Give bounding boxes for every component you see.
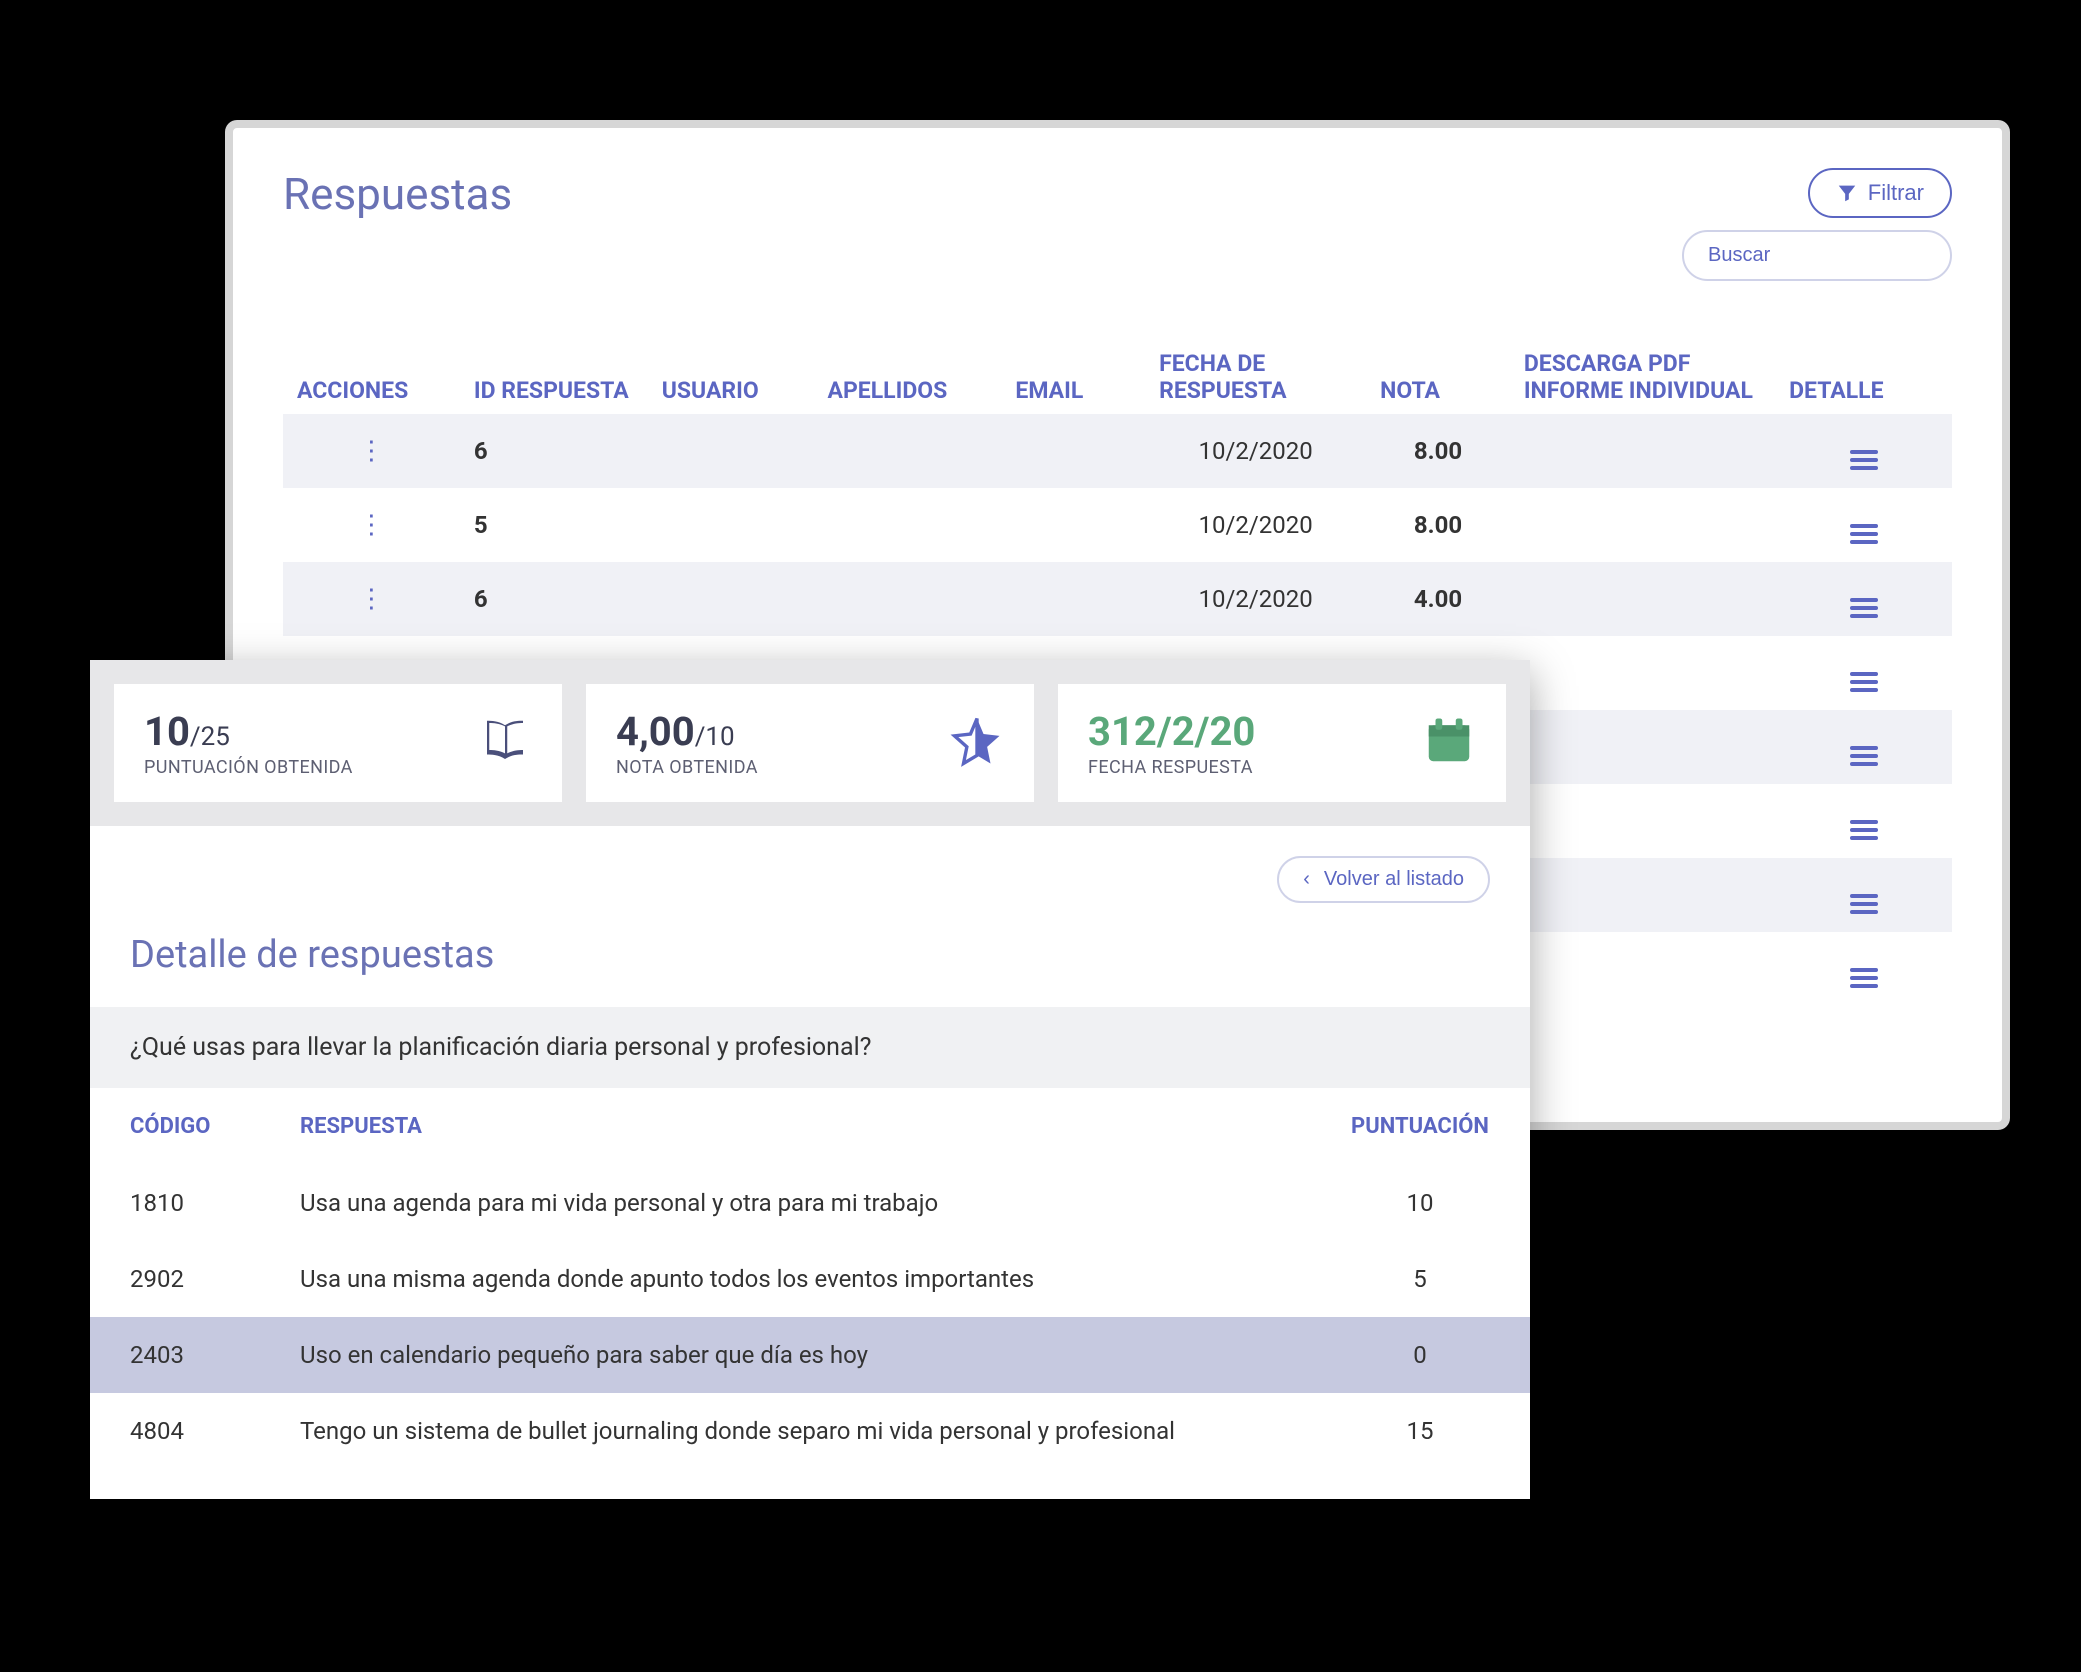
col-codigo: CÓDIGO (90, 1088, 260, 1165)
cell-usuario (648, 562, 814, 636)
calendar-icon (1422, 714, 1476, 772)
col-email: EMAIL (1001, 340, 1145, 414)
grade-max: /10 (695, 722, 735, 752)
filter-label: Filtrar (1868, 180, 1924, 206)
grade-value: 4,00 (616, 708, 695, 755)
cell-puntuacion: 10 (1310, 1165, 1530, 1241)
stat-score: 10/25 PUNTUACIÓN OBTENIDA (114, 684, 562, 802)
col-id-respuesta: ID RESPUESTA (460, 340, 648, 414)
cell-codigo: 4804 (90, 1393, 260, 1469)
detail-icon[interactable] (1850, 524, 1878, 544)
cell-apellidos (814, 562, 1002, 636)
row-actions-icon[interactable]: ⋮ (297, 436, 446, 466)
cell-respuesta: Usa una misma agenda donde apunto todos … (260, 1241, 1310, 1317)
cell-apellidos (814, 488, 1002, 562)
grade-label: NOTA OBTENIDA (616, 757, 758, 778)
detail-icon[interactable] (1850, 746, 1878, 766)
cell-puntuacion: 5 (1310, 1241, 1530, 1317)
col-puntuacion: PUNTUACIÓN (1310, 1088, 1530, 1165)
cell-codigo: 2902 (90, 1241, 260, 1317)
score-value: 10 (144, 708, 190, 755)
col-usuario: USUARIO (648, 340, 814, 414)
col-pdf: DESCARGA PDF INFORME INDIVIDUAL (1510, 340, 1775, 414)
score-max: /25 (190, 722, 230, 752)
top-controls: Filtrar (1682, 168, 1952, 281)
cell-codigo: 2403 (90, 1317, 260, 1393)
cell-nota: 8.00 (1366, 488, 1510, 562)
back-to-list-button[interactable]: ‹ Volver al listado (1277, 856, 1490, 903)
cell-pdf (1510, 858, 1775, 932)
cell-nota: 4.00 (1366, 562, 1510, 636)
cell-usuario (648, 488, 814, 562)
cell-respuesta: Uso en calendario pequeño para saber que… (260, 1317, 1310, 1393)
cell-respuesta: Usa una agenda para mi vida personal y o… (260, 1165, 1310, 1241)
row-actions-icon[interactable]: ⋮ (297, 584, 446, 614)
cell-codigo: 1810 (90, 1165, 260, 1241)
stat-grade: 4,00/10 NOTA OBTENIDA (586, 684, 1034, 802)
cell-nota: 8.00 (1366, 414, 1510, 488)
detail-icon[interactable] (1850, 598, 1878, 618)
date-label: FECHA RESPUESTA (1088, 757, 1255, 778)
score-label: PUNTUACIÓN OBTENIDA (144, 757, 353, 778)
search-input[interactable] (1682, 230, 1952, 281)
cell-id: 6 (460, 562, 648, 636)
row-actions-icon[interactable]: ⋮ (297, 510, 446, 540)
stat-date: 312/2/20 FECHA RESPUESTA (1058, 684, 1506, 802)
cell-email (1001, 414, 1145, 488)
col-apellidos: APELLIDOS (814, 340, 1002, 414)
answer-row: 4804Tengo un sistema de bullet journalin… (90, 1393, 1530, 1469)
col-detalle: DETALLE (1775, 340, 1952, 414)
col-nota: NOTA (1366, 340, 1510, 414)
answer-row: 2902Usa una misma agenda donde apunto to… (90, 1241, 1530, 1317)
detail-icon[interactable] (1850, 968, 1878, 988)
cell-pdf (1510, 932, 1775, 1006)
cell-email (1001, 488, 1145, 562)
cell-puntuacion: 15 (1310, 1393, 1530, 1469)
book-icon (478, 714, 532, 772)
detail-icon[interactable] (1850, 450, 1878, 470)
question-text: ¿Qué usas para llevar la planificación d… (90, 1007, 1530, 1088)
table-row: ⋮ 6 10/2/20204.00 (283, 562, 1952, 636)
cell-fecha: 10/2/2020 (1145, 562, 1366, 636)
cell-pdf (1510, 414, 1775, 488)
cell-id: 5 (460, 488, 648, 562)
cell-pdf (1510, 488, 1775, 562)
col-fecha: FECHA DE RESPUESTA (1145, 340, 1366, 414)
answers-table: CÓDIGO RESPUESTA PUNTUACIÓN 1810Usa una … (90, 1088, 1530, 1469)
detail-icon[interactable] (1850, 672, 1878, 692)
cell-respuesta: Tengo un sistema de bullet journaling do… (260, 1393, 1310, 1469)
cell-id: 6 (460, 414, 648, 488)
detail-title: Detalle de respuestas (130, 903, 1490, 977)
cell-puntuacion: 0 (1310, 1317, 1530, 1393)
col-acciones: ACCIONES (283, 340, 460, 414)
detail-icon[interactable] (1850, 820, 1878, 840)
stats-bar: 10/25 PUNTUACIÓN OBTENIDA 4,00/10 NOTA O… (90, 660, 1530, 826)
table-row: ⋮ 6 10/2/20208.00 (283, 414, 1952, 488)
detail-icon[interactable] (1850, 894, 1878, 914)
filter-button[interactable]: Filtrar (1808, 168, 1952, 218)
chevron-left-icon: ‹ (1303, 868, 1310, 891)
cell-pdf (1510, 636, 1775, 710)
detail-panel: 10/25 PUNTUACIÓN OBTENIDA 4,00/10 NOTA O… (90, 660, 1530, 1499)
back-link-label: Volver al listado (1324, 868, 1464, 891)
cell-email (1001, 562, 1145, 636)
answer-row: 2403Uso en calendario pequeño para saber… (90, 1317, 1530, 1393)
cell-pdf (1510, 784, 1775, 858)
filter-icon (1836, 182, 1858, 204)
date-value: 312/2/20 (1088, 708, 1255, 755)
star-icon (950, 714, 1004, 772)
cell-apellidos (814, 414, 1002, 488)
answer-row: 1810Usa una agenda para mi vida personal… (90, 1165, 1530, 1241)
col-respuesta: RESPUESTA (260, 1088, 1310, 1165)
cell-usuario (648, 414, 814, 488)
cell-fecha: 10/2/2020 (1145, 488, 1366, 562)
cell-pdf (1510, 562, 1775, 636)
cell-fecha: 10/2/2020 (1145, 414, 1366, 488)
cell-pdf (1510, 710, 1775, 784)
table-row: ⋮ 5 10/2/20208.00 (283, 488, 1952, 562)
